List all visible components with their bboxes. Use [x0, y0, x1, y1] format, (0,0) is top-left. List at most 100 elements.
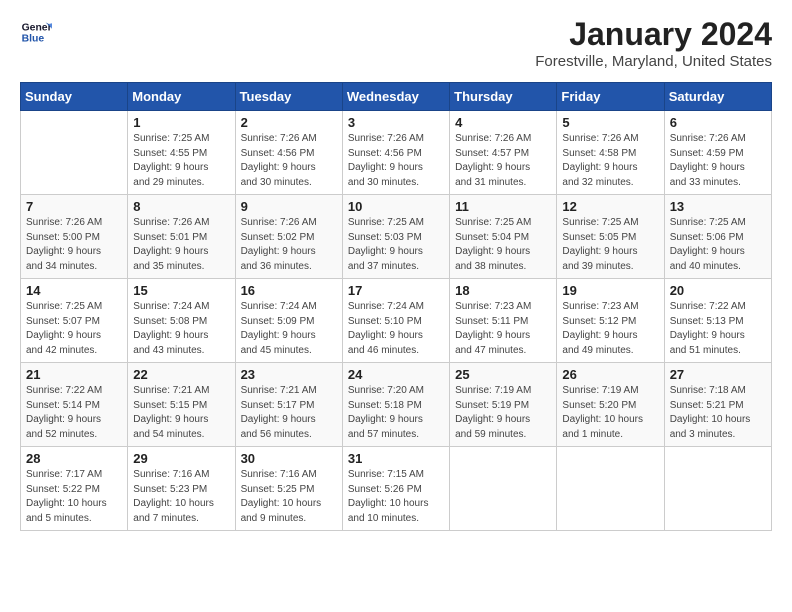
day-number: 17	[348, 283, 444, 298]
day-info: Sunrise: 7:19 AM Sunset: 5:20 PM Dayligh…	[562, 384, 658, 442]
day-number: 27	[670, 367, 766, 382]
day-cell: 8 Sunrise: 7:26 AM Sunset: 5:01 PM Daylig…	[128, 195, 235, 279]
day-cell: 2Sunrise: 7:26 AM Sunset: 4:56 PM Daylig…	[235, 111, 342, 195]
calendar-title: January 2024	[535, 16, 772, 53]
week-row-3: 21 Sunrise: 7:22 AM Sunset: 5:14 PM Dayli…	[21, 363, 772, 447]
day-cell: 23 Sunrise: 7:21 AM Sunset: 5:17 PM Dayli…	[235, 363, 342, 447]
day-number: 5	[562, 115, 658, 130]
day-cell: 16Sunrise: 7:24 AM Sunset: 5:09 PM Dayli…	[235, 279, 342, 363]
day-cell: 4 Sunrise: 7:26 AM Sunset: 4:57 PM Daylig…	[450, 111, 557, 195]
header-cell-sunday: Sunday	[21, 83, 128, 111]
day-number: 30	[241, 451, 337, 466]
day-cell: 10 Sunrise: 7:25 AM Sunset: 5:03 PM Dayli…	[342, 195, 449, 279]
day-number: 25	[455, 367, 551, 382]
day-number: 22	[133, 367, 229, 382]
day-cell: 31 Sunrise: 7:15 AM Sunset: 5:26 PM Dayli…	[342, 447, 449, 531]
day-info: Sunrise: 7:24 AM Sunset: 5:08 PM Dayligh…	[133, 300, 229, 358]
day-info: Sunrise: 7:25 AM Sunset: 5:03 PM Dayligh…	[348, 216, 444, 274]
day-cell: 19 Sunrise: 7:23 AM Sunset: 5:12 PM Dayli…	[557, 279, 664, 363]
day-cell: 28 Sunrise: 7:17 AM Sunset: 5:22 PM Dayli…	[21, 447, 128, 531]
day-cell: 22 Sunrise: 7:21 AM Sunset: 5:15 PM Dayli…	[128, 363, 235, 447]
logo-icon: General Blue	[20, 16, 52, 48]
day-cell	[450, 447, 557, 531]
day-cell: 14Sunrise: 7:25 AM Sunset: 5:07 PM Dayli…	[21, 279, 128, 363]
day-cell: 17 Sunrise: 7:24 AM Sunset: 5:10 PM Dayli…	[342, 279, 449, 363]
day-number: 29	[133, 451, 229, 466]
day-info: Sunrise: 7:26 AM Sunset: 4:58 PM Dayligh…	[562, 132, 658, 190]
day-cell: 20 Sunrise: 7:22 AM Sunset: 5:13 PM Dayli…	[664, 279, 771, 363]
day-info: Sunrise: 7:16 AM Sunset: 5:23 PM Dayligh…	[133, 468, 229, 526]
day-info: Sunrise: 7:22 AM Sunset: 5:13 PM Dayligh…	[670, 300, 766, 358]
day-info: Sunrise: 7:16 AM Sunset: 5:25 PM Dayligh…	[241, 468, 337, 526]
day-number: 28	[26, 451, 122, 466]
day-cell: 30 Sunrise: 7:16 AM Sunset: 5:25 PM Dayli…	[235, 447, 342, 531]
day-info: Sunrise: 7:18 AM Sunset: 5:21 PM Dayligh…	[670, 384, 766, 442]
calendar-header: SundayMondayTuesdayWednesdayThursdayFrid…	[21, 83, 772, 111]
day-cell: 5 Sunrise: 7:26 AM Sunset: 4:58 PM Daylig…	[557, 111, 664, 195]
day-number: 15	[133, 283, 229, 298]
day-info: Sunrise: 7:22 AM Sunset: 5:14 PM Dayligh…	[26, 384, 122, 442]
day-cell: 29 Sunrise: 7:16 AM Sunset: 5:23 PM Dayli…	[128, 447, 235, 531]
day-number: 23	[241, 367, 337, 382]
day-cell: 12 Sunrise: 7:25 AM Sunset: 5:05 PM Dayli…	[557, 195, 664, 279]
day-cell: 3Sunrise: 7:26 AM Sunset: 4:56 PM Daylig…	[342, 111, 449, 195]
calendar-table: SundayMondayTuesdayWednesdayThursdayFrid…	[20, 82, 772, 531]
day-info: Sunrise: 7:25 AM Sunset: 5:05 PM Dayligh…	[562, 216, 658, 274]
day-number: 19	[562, 283, 658, 298]
day-info: Sunrise: 7:25 AM Sunset: 5:07 PM Dayligh…	[26, 300, 122, 358]
day-info: Sunrise: 7:26 AM Sunset: 5:01 PM Dayligh…	[133, 216, 229, 274]
header-cell-monday: Monday	[128, 83, 235, 111]
day-number: 7	[26, 199, 122, 214]
day-number: 11	[455, 199, 551, 214]
svg-text:Blue: Blue	[22, 34, 45, 45]
day-number: 8	[133, 199, 229, 214]
day-number: 2	[241, 115, 337, 130]
day-info: Sunrise: 7:23 AM Sunset: 5:12 PM Dayligh…	[562, 300, 658, 358]
day-number: 21	[26, 367, 122, 382]
day-cell: 27 Sunrise: 7:18 AM Sunset: 5:21 PM Dayli…	[664, 363, 771, 447]
day-cell: 15 Sunrise: 7:24 AM Sunset: 5:08 PM Dayli…	[128, 279, 235, 363]
day-cell: 26 Sunrise: 7:19 AM Sunset: 5:20 PM Dayli…	[557, 363, 664, 447]
day-number: 13	[670, 199, 766, 214]
day-cell: 25Sunrise: 7:19 AM Sunset: 5:19 PM Dayli…	[450, 363, 557, 447]
day-info: Sunrise: 7:24 AM Sunset: 5:09 PM Dayligh…	[241, 300, 337, 358]
day-info: Sunrise: 7:21 AM Sunset: 5:15 PM Dayligh…	[133, 384, 229, 442]
day-number: 31	[348, 451, 444, 466]
title-section: January 2024 Forestville, Maryland, Unit…	[535, 16, 772, 70]
header-cell-saturday: Saturday	[664, 83, 771, 111]
day-info: Sunrise: 7:21 AM Sunset: 5:17 PM Dayligh…	[241, 384, 337, 442]
calendar-subtitle: Forestville, Maryland, United States	[535, 53, 772, 70]
day-cell	[21, 111, 128, 195]
day-cell: 18Sunrise: 7:23 AM Sunset: 5:11 PM Dayli…	[450, 279, 557, 363]
day-info: Sunrise: 7:17 AM Sunset: 5:22 PM Dayligh…	[26, 468, 122, 526]
day-cell: 21 Sunrise: 7:22 AM Sunset: 5:14 PM Dayli…	[21, 363, 128, 447]
day-info: Sunrise: 7:20 AM Sunset: 5:18 PM Dayligh…	[348, 384, 444, 442]
day-info: Sunrise: 7:26 AM Sunset: 4:57 PM Dayligh…	[455, 132, 551, 190]
day-number: 9	[241, 199, 337, 214]
day-number: 26	[562, 367, 658, 382]
week-row-2: 14Sunrise: 7:25 AM Sunset: 5:07 PM Dayli…	[21, 279, 772, 363]
header-row: SundayMondayTuesdayWednesdayThursdayFrid…	[21, 83, 772, 111]
week-row-1: 7 Sunrise: 7:26 AM Sunset: 5:00 PM Daylig…	[21, 195, 772, 279]
header-cell-wednesday: Wednesday	[342, 83, 449, 111]
logo: General Blue	[20, 16, 52, 48]
day-cell	[557, 447, 664, 531]
day-info: Sunrise: 7:26 AM Sunset: 4:59 PM Dayligh…	[670, 132, 766, 190]
week-row-4: 28 Sunrise: 7:17 AM Sunset: 5:22 PM Dayli…	[21, 447, 772, 531]
day-number: 10	[348, 199, 444, 214]
day-info: Sunrise: 7:15 AM Sunset: 5:26 PM Dayligh…	[348, 468, 444, 526]
day-number: 12	[562, 199, 658, 214]
day-info: Sunrise: 7:26 AM Sunset: 5:02 PM Dayligh…	[241, 216, 337, 274]
day-cell: 1Sunrise: 7:25 AM Sunset: 4:55 PM Daylig…	[128, 111, 235, 195]
day-number: 4	[455, 115, 551, 130]
day-cell: 7 Sunrise: 7:26 AM Sunset: 5:00 PM Daylig…	[21, 195, 128, 279]
day-cell	[664, 447, 771, 531]
day-number: 20	[670, 283, 766, 298]
day-info: Sunrise: 7:24 AM Sunset: 5:10 PM Dayligh…	[348, 300, 444, 358]
day-cell: 9 Sunrise: 7:26 AM Sunset: 5:02 PM Daylig…	[235, 195, 342, 279]
day-cell: 24Sunrise: 7:20 AM Sunset: 5:18 PM Dayli…	[342, 363, 449, 447]
day-info: Sunrise: 7:25 AM Sunset: 5:06 PM Dayligh…	[670, 216, 766, 274]
day-info: Sunrise: 7:25 AM Sunset: 5:04 PM Dayligh…	[455, 216, 551, 274]
day-info: Sunrise: 7:26 AM Sunset: 5:00 PM Dayligh…	[26, 216, 122, 274]
day-info: Sunrise: 7:25 AM Sunset: 4:55 PM Dayligh…	[133, 132, 229, 190]
